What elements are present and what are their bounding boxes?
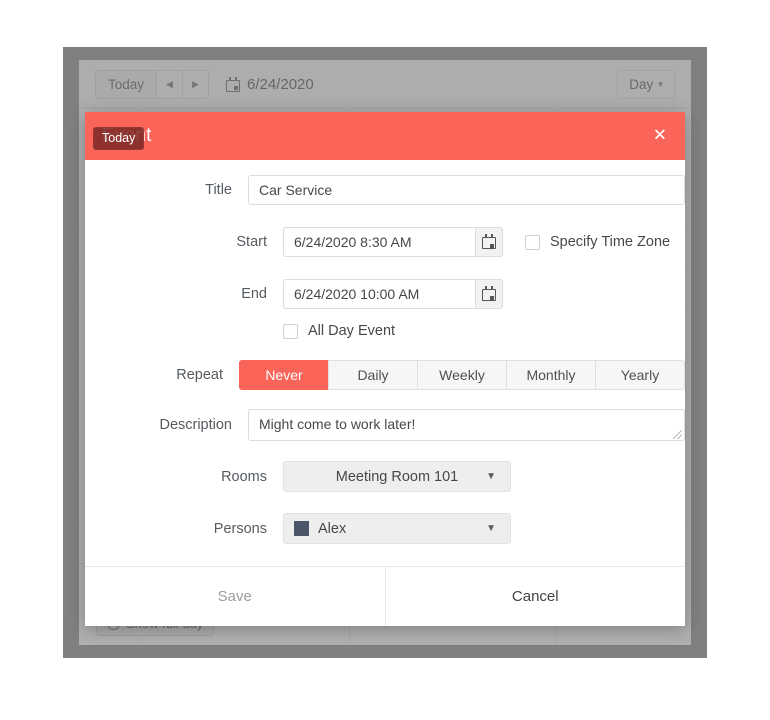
rooms-dropdown[interactable]: Meeting Room 101 ▼ [283,461,511,492]
calendar-icon [226,76,240,92]
next-day-button[interactable]: ▶ [181,70,209,99]
dialog-header: Event Today ✕ [85,112,685,160]
current-date-text: 6/24/2020 [247,76,314,93]
persons-dropdown[interactable]: Alex ▼ [283,513,511,544]
persons-label: Persons [213,520,267,537]
specify-timezone-label: Specify Time Zone [550,234,671,250]
close-icon[interactable]: ✕ [653,127,667,145]
rooms-selected-value: Meeting Room 101 [335,468,459,485]
end-label: End [241,286,267,302]
previous-day-button[interactable]: ◀ [156,70,183,99]
repeat-option-weekly[interactable]: Weekly [417,360,507,390]
all-day-event-checkbox[interactable] [283,323,298,339]
save-button[interactable]: Save [85,567,385,626]
today-button[interactable]: Today [95,70,158,99]
persons-selected-value: Alex [318,520,347,537]
form-row-end: End 6/24/2020 10:00 AM [85,279,685,309]
start-datetime-picker: 6/24/2020 8:30 AM [283,227,503,257]
end-input[interactable]: 6/24/2020 10:00 AM [283,279,475,309]
form-row-start: Start 6/24/2020 8:30 AM Specify Time Zon… [85,227,685,257]
title-input[interactable]: Car Service [248,175,685,205]
chevron-down-icon: ▼ [486,523,496,534]
event-editor-dialog: Event Today ✕ Title Car Service Start 6/… [85,112,685,626]
repeat-option-yearly[interactable]: Yearly [595,360,685,390]
form-row-allday: All Day Event [85,323,685,339]
repeat-button-group: Never Daily Weekly Monthly Yearly [239,360,685,390]
start-input[interactable]: 6/24/2020 8:30 AM [283,227,475,257]
form-row-description: Description Might come to work later! [85,409,685,441]
dialog-body: Title Car Service Start 6/24/2020 8:30 A… [85,160,685,566]
repeat-option-daily[interactable]: Daily [328,360,418,390]
repeat-option-never[interactable]: Never [239,360,329,390]
form-row-rooms: Rooms Meeting Room 101 ▼ [85,461,685,492]
form-row-repeat: Repeat Never Daily Weekly Monthly Yearly [85,360,685,390]
chevron-down-icon: ▼ [486,471,496,482]
chevron-down-icon: ▾ [658,79,663,89]
description-textarea[interactable]: Might come to work later! [248,409,685,441]
resize-handle-icon[interactable] [673,430,682,439]
start-calendar-icon[interactable] [475,227,503,257]
specify-timezone-checkbox[interactable] [525,234,540,250]
repeat-label: Repeat [176,367,223,383]
rooms-label: Rooms [221,468,267,485]
scheduler-toolbar: Today ◀ ▶ 6/24/2020 Day ▾ [79,60,691,109]
person-color-swatch [294,521,309,536]
cancel-button[interactable]: Cancel [384,567,685,626]
title-label: Title [205,182,232,198]
description-label: Description [159,417,232,433]
current-date-display: 6/24/2020 [226,70,314,99]
view-selector-label: Day [629,77,654,92]
view-selector-dropdown[interactable]: Day ▾ [617,70,675,99]
start-label: Start [236,234,267,250]
all-day-event-label: All Day Event [308,323,396,339]
today-tooltip: Today [93,127,145,150]
dialog-footer: Save Cancel [85,566,685,626]
navigation-button-group: Today ◀ ▶ [95,70,209,99]
repeat-option-monthly[interactable]: Monthly [506,360,596,390]
page-root: Today ◀ ▶ 6/24/2020 Day ▾ Today ✕ Title … [0,0,770,720]
form-row-title: Title Car Service [85,175,685,205]
end-calendar-icon[interactable] [475,279,503,309]
end-datetime-picker: 6/24/2020 10:00 AM [283,279,503,309]
form-row-persons: Persons Alex ▼ [85,513,685,544]
description-text: Might come to work later! [259,416,416,432]
